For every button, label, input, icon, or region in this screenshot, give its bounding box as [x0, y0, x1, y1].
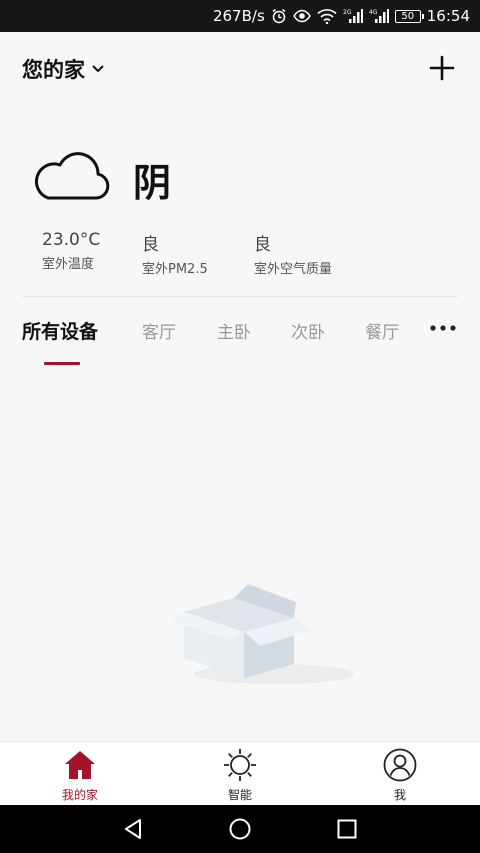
eye-icon: [292, 9, 311, 23]
header: 您的家: [0, 32, 480, 110]
bottom-nav: 我的家 智能 我: [0, 741, 480, 805]
stat-value: 良: [142, 235, 159, 255]
cloud-icon: [34, 152, 110, 200]
nav-label: 智能: [227, 788, 252, 802]
wifi-icon: [317, 8, 337, 24]
nav-label: 我的家: [61, 788, 98, 802]
divider: [22, 296, 458, 297]
signal-2g-label: 2G: [343, 9, 352, 16]
battery-indicator: 50: [394, 9, 424, 23]
status-icons: 267B/s 2G 4G 50 16:54: [213, 0, 470, 32]
home-selector[interactable]: 您的家: [22, 54, 105, 84]
tab-master-bedroom[interactable]: 主卧: [217, 318, 251, 343]
stat-temperature: 23.0°C 室外温度: [42, 230, 100, 272]
tab-dining-room[interactable]: 餐厅: [365, 318, 399, 343]
home-circle-icon[interactable]: [228, 817, 252, 841]
empty-box-icon: [169, 584, 354, 684]
stat-label: 室外温度: [42, 257, 95, 272]
nav-my-home[interactable]: 我的家: [40, 748, 120, 803]
nav-me[interactable]: 我: [360, 748, 440, 803]
room-tabs: 所有设备 客厅 主卧 次卧 餐厅: [0, 318, 480, 368]
home-icon: [65, 751, 95, 779]
signal-4g-icon: 4G: [369, 8, 389, 24]
network-speed: 267B/s: [212, 7, 265, 25]
stat-pm25: 良 室外PM2.5: [142, 230, 208, 277]
tab-second-bedroom[interactable]: 次卧: [291, 318, 325, 343]
add-device-button[interactable]: [428, 54, 456, 82]
recents-icon[interactable]: [335, 817, 359, 841]
system-nav-bar: [0, 805, 480, 853]
user-icon: [383, 748, 417, 782]
signal-2g-icon: 2G: [343, 8, 363, 24]
active-tab-indicator: [44, 362, 80, 365]
back-icon[interactable]: [121, 817, 145, 841]
stat-value: 良: [254, 235, 271, 255]
clock: 16:54: [426, 7, 470, 25]
stat-air-quality: 良 室外空气质量: [254, 230, 332, 277]
nav-label: 我: [393, 788, 406, 802]
chevron-down-icon: [92, 65, 104, 73]
signal-4g-label: 4G: [369, 9, 378, 16]
tab-living-room[interactable]: 客厅: [142, 318, 176, 343]
home-title: 您的家: [22, 58, 85, 82]
status-bar: 267B/s 2G 4G 50 16:54: [0, 0, 480, 32]
stat-value: 23.0°C: [42, 230, 101, 250]
nav-smart[interactable]: 智能: [200, 748, 280, 803]
stat-label: 室外PM2.5: [142, 262, 208, 277]
more-icon[interactable]: [430, 322, 456, 334]
alarm-icon: [271, 8, 287, 24]
sun-icon: [224, 749, 256, 781]
tab-all-devices[interactable]: 所有设备: [22, 317, 98, 344]
weather-condition: 阴: [133, 161, 172, 205]
stat-label: 室外空气质量: [254, 262, 333, 277]
